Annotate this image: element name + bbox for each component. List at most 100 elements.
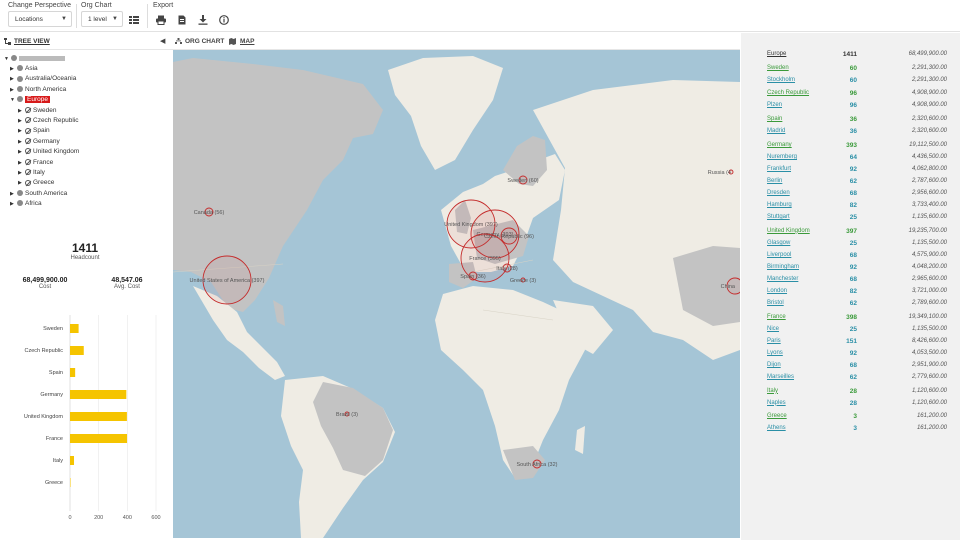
tree-node-germany[interactable]: ▶ Germany (18, 138, 60, 148)
city-row[interactable]: Frankfurt 92 4,062,800.00 (767, 166, 947, 178)
info-icon[interactable] (219, 15, 229, 25)
print-icon[interactable] (156, 15, 166, 25)
city-row[interactable]: Dresden 68 2,956,600.00 (767, 190, 947, 202)
caret-right-icon[interactable]: ▶ (18, 118, 25, 124)
city-row[interactable]: Stockholm 60 2,291,300.00 (767, 77, 947, 89)
city-row[interactable]: Plzen 96 4,908,900.00 (767, 102, 947, 114)
city-row[interactable]: Stuttgart 25 1,135,600.00 (767, 214, 947, 226)
country-row[interactable]: Germany 393 19,112,500.00 (767, 142, 947, 154)
caret-right-icon[interactable]: ▶ (18, 170, 25, 176)
country-row[interactable]: Italy 28 1,120,600.00 (767, 388, 947, 400)
caret-right-icon[interactable]: ▶ (10, 76, 17, 82)
city-row[interactable]: Lyons 92 4,053,500.00 (767, 350, 947, 362)
tree-node-sweden[interactable]: ▶ Sweden (18, 107, 57, 117)
tree-node-united-kingdom[interactable]: ▶ United Kingdom (18, 148, 79, 158)
city-row[interactable]: Manchester 68 2,965,600.00 (767, 276, 947, 288)
chart-bar[interactable] (70, 412, 127, 421)
country-row[interactable]: Spain 36 2,320,600.00 (767, 116, 947, 128)
location-name-link[interactable]: Dijon (767, 362, 781, 368)
location-name-link[interactable]: Glasgow (767, 240, 790, 246)
location-name-link[interactable]: Stuttgart (767, 214, 790, 220)
tree-node-asia[interactable]: ▶ Asia (10, 65, 38, 75)
country-row[interactable]: Czech Republic 96 4,908,900.00 (767, 90, 947, 102)
caret-right-icon[interactable]: ▶ (10, 201, 17, 207)
list-icon[interactable] (129, 15, 139, 25)
caret-right-icon[interactable]: ▶ (10, 191, 17, 197)
tree-node-australia-oceania[interactable]: ▶ Australia/Oceania (10, 75, 76, 85)
perspective-select[interactable]: Locations ▼ (8, 11, 72, 27)
city-row[interactable]: Madrid 36 2,320,600.00 (767, 128, 947, 140)
location-name-link[interactable]: Germany (767, 142, 792, 148)
country-row[interactable]: United Kingdom 397 19,235,700.00 (767, 228, 947, 240)
chart-bar[interactable] (70, 324, 79, 333)
tree-node-czech-republic[interactable]: ▶ Czech Republic (18, 117, 79, 127)
caret-right-icon[interactable]: ▶ (10, 87, 17, 93)
chart-bar[interactable] (70, 478, 71, 487)
location-name-link[interactable]: Nice (767, 326, 779, 332)
tree-node-africa[interactable]: ▶ Africa (10, 200, 42, 210)
location-name-link[interactable]: Spain (767, 116, 782, 122)
collapse-panel-icon[interactable]: ◀ (160, 37, 165, 45)
location-name-link[interactable]: Dresden (767, 190, 790, 196)
location-name-link[interactable]: Europe (767, 51, 786, 57)
download-icon[interactable] (198, 15, 208, 25)
city-row[interactable]: Paris 151 8,426,600.00 (767, 338, 947, 350)
chart-bar[interactable] (70, 368, 76, 377)
caret-right-icon[interactable]: ▶ (18, 108, 25, 114)
city-row[interactable]: Birmingham 92 4,048,200.00 (767, 264, 947, 276)
location-name-link[interactable]: Liverpool (767, 252, 791, 258)
tab-map[interactable]: MAP (240, 38, 254, 45)
location-name-link[interactable]: Sweden (767, 65, 789, 71)
location-name-link[interactable]: France (767, 314, 786, 320)
location-name-link[interactable]: Madrid (767, 128, 785, 134)
city-row[interactable]: Bristol 62 2,789,600.00 (767, 300, 947, 312)
location-name-link[interactable]: Athens (767, 425, 786, 431)
city-row[interactable]: London 82 3,721,000.00 (767, 288, 947, 300)
region-row[interactable]: Europe 1411 68,499,900.00 (767, 51, 947, 63)
location-name-link[interactable]: United Kingdom (767, 228, 810, 234)
tree-node-north-america[interactable]: ▶ North America (10, 86, 66, 96)
chart-bar[interactable] (70, 390, 127, 399)
city-row[interactable]: Glasgow 25 1,135,500.00 (767, 240, 947, 252)
city-row[interactable]: Marseilles 62 2,779,600.00 (767, 374, 947, 386)
city-row[interactable]: Dijon 68 2,951,900.00 (767, 362, 947, 374)
caret-right-icon[interactable]: ▶ (18, 160, 25, 166)
city-row[interactable]: Nice 25 1,135,500.00 (767, 326, 947, 338)
chart-bar[interactable] (70, 456, 75, 465)
caret-right-icon[interactable]: ▶ (10, 66, 17, 72)
location-name-link[interactable]: Birmingham (767, 264, 799, 270)
document-icon[interactable] (177, 15, 187, 25)
country-row[interactable]: Sweden 60 2,291,300.00 (767, 65, 947, 77)
caret-down-icon[interactable]: ▼ (10, 97, 17, 103)
country-row[interactable]: France 398 19,349,100.00 (767, 314, 947, 326)
tree-node-spain[interactable]: ▶ Spain (18, 127, 50, 137)
city-row[interactable]: Nuremberg 64 4,436,500.00 (767, 154, 947, 166)
location-name-link[interactable]: Manchester (767, 276, 798, 282)
tree-node-italy[interactable]: ▶ Italy (18, 169, 45, 179)
country-row[interactable]: Greece 3 161,200.00 (767, 413, 947, 425)
world-map[interactable]: Sweden (60) Canada (56) United Kingdom (39… (173, 50, 740, 538)
location-name-link[interactable]: Marseilles (767, 374, 794, 380)
location-name-link[interactable]: Stockholm (767, 77, 795, 83)
location-name-link[interactable]: Lyons (767, 350, 783, 356)
location-name-link[interactable]: Paris (767, 338, 781, 344)
tree-node-europe[interactable]: ▼ Europe (10, 96, 50, 106)
map-canvas[interactable]: Sweden (60)Canada (56)United Kingdom (39… (173, 50, 740, 538)
location-name-link[interactable]: Naples (767, 400, 786, 406)
tree-root[interactable]: ▼ (4, 55, 65, 65)
tree-node-greece[interactable]: ▶ Greece (18, 179, 54, 189)
chart-bar[interactable] (70, 346, 84, 355)
city-row[interactable]: Athens 3 161,200.00 (767, 425, 947, 437)
location-name-link[interactable]: Bristol (767, 300, 784, 306)
tree-view-title[interactable]: TREE VIEW (14, 38, 50, 45)
location-name-link[interactable]: Nuremberg (767, 154, 797, 160)
location-name-link[interactable]: London (767, 288, 787, 294)
city-row[interactable]: Hamburg 82 3,733,400.00 (767, 202, 947, 214)
location-name-link[interactable]: Czech Republic (767, 90, 809, 96)
location-name-link[interactable]: Berlin (767, 178, 782, 184)
location-name-link[interactable]: Frankfurt (767, 166, 791, 172)
city-row[interactable]: Liverpool 68 4,575,900.00 (767, 252, 947, 264)
location-name-link[interactable]: Plzen (767, 102, 782, 108)
location-name-link[interactable]: Greece (767, 413, 787, 419)
tree-node-france[interactable]: ▶ France (18, 159, 53, 169)
